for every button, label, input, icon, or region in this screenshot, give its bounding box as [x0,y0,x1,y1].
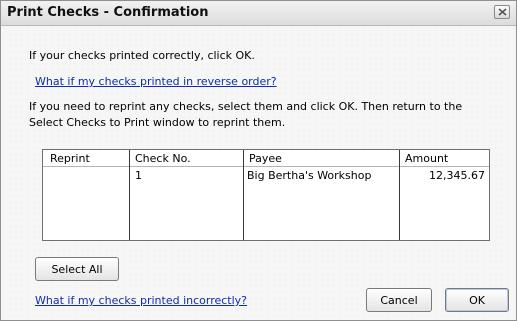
select-all-button[interactable]: Select All [35,257,119,281]
header-reprint[interactable]: Reprint [50,152,90,165]
printed-incorrectly-link[interactable]: What if my checks printed incorrectly? [35,294,247,307]
ok-button[interactable]: OK [445,288,509,312]
header-amount[interactable]: Amount [405,152,448,165]
checks-table: Reprint Check No. Payee Amount 1 Big Ber… [42,149,490,241]
table-header: Reprint Check No. Payee Amount [43,150,489,167]
reprint-instructions-text: If you need to reprint any checks, selec… [29,100,463,129]
print-checks-confirmation-dialog: Print Checks - Confirmation If your chec… [0,0,517,321]
table-row[interactable]: 1 Big Bertha's Workshop 12,345.67 [43,167,489,183]
close-icon [498,8,507,16]
column-divider [129,150,130,240]
header-check-no[interactable]: Check No. [135,152,191,165]
printed-correctly-text: If your checks printed correctly, click … [29,49,255,62]
cancel-button[interactable]: Cancel [366,288,432,312]
column-divider [243,150,244,240]
column-divider [399,150,400,240]
close-button[interactable] [494,5,510,19]
reverse-order-link[interactable]: What if my checks printed in reverse ord… [35,75,277,88]
title-bar: Print Checks - Confirmation [1,1,516,26]
cell-amount: 12,345.67 [429,169,485,182]
cell-check-no: 1 [135,169,142,182]
window-title: Print Checks - Confirmation [7,5,209,20]
header-payee[interactable]: Payee [249,152,282,165]
cell-payee: Big Bertha's Workshop [247,169,372,182]
